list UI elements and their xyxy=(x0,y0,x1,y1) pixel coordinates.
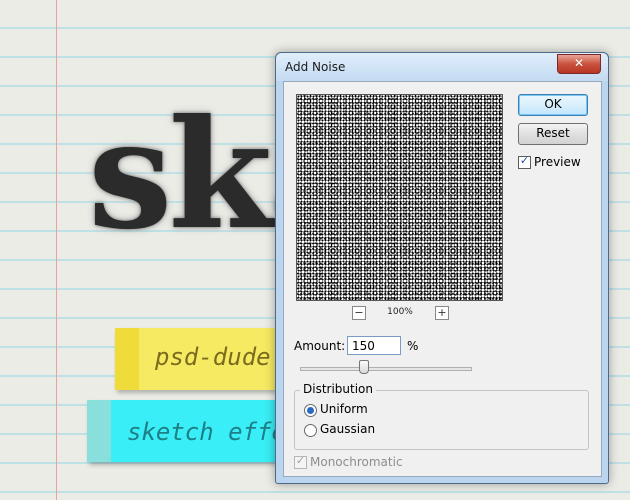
preview-checkbox[interactable]: ✓ xyxy=(518,154,531,169)
add-noise-dialog: Add Noise ✕ − 100% + OK Reset ✓ Preview … xyxy=(275,52,609,484)
distribution-title: Distribution xyxy=(300,382,377,396)
gaussian-label[interactable]: Gaussian xyxy=(320,422,375,436)
amount-unit: % xyxy=(407,339,419,353)
preview-label: Preview xyxy=(534,155,581,169)
amount-slider-thumb[interactable] xyxy=(359,360,369,374)
checkmark-icon: ✓ xyxy=(295,454,306,467)
zoom-level: 100% xyxy=(387,307,413,317)
dialog-title: Add Noise xyxy=(285,60,346,74)
close-button[interactable]: ✕ xyxy=(557,54,601,74)
reset-button[interactable]: Reset xyxy=(518,123,588,145)
distribution-group xyxy=(294,390,589,450)
zoom-in-button[interactable]: + xyxy=(435,306,449,320)
amount-label: Amount: xyxy=(294,339,346,353)
paper-margin-line xyxy=(56,0,57,500)
zoom-out-button[interactable]: − xyxy=(352,306,366,320)
uniform-radio[interactable] xyxy=(304,404,317,417)
dialog-body: − 100% + OK Reset ✓ Preview Amount: 150 … xyxy=(283,81,602,477)
monochromatic-checkbox[interactable]: ✓ xyxy=(294,454,307,469)
amount-input[interactable]: 150 xyxy=(347,336,401,355)
close-icon: ✕ xyxy=(573,56,585,70)
gaussian-radio[interactable] xyxy=(304,424,317,437)
ok-button[interactable]: OK xyxy=(518,94,588,116)
uniform-label[interactable]: Uniform xyxy=(320,402,368,416)
amount-slider-track[interactable] xyxy=(300,367,472,371)
monochromatic-label: Monochromatic xyxy=(310,455,403,469)
sticky-note-text: sketch effe xyxy=(127,418,286,446)
sticky-note-cyan: sketch effe xyxy=(87,400,297,462)
checkmark-icon: ✓ xyxy=(519,154,530,167)
sticky-note-tab xyxy=(87,400,111,462)
dialog-titlebar[interactable]: Add Noise ✕ xyxy=(276,53,608,81)
sticky-note-text: psd-dude xyxy=(155,343,271,371)
noise-preview[interactable] xyxy=(296,94,503,301)
sticky-note-tab xyxy=(115,328,139,390)
